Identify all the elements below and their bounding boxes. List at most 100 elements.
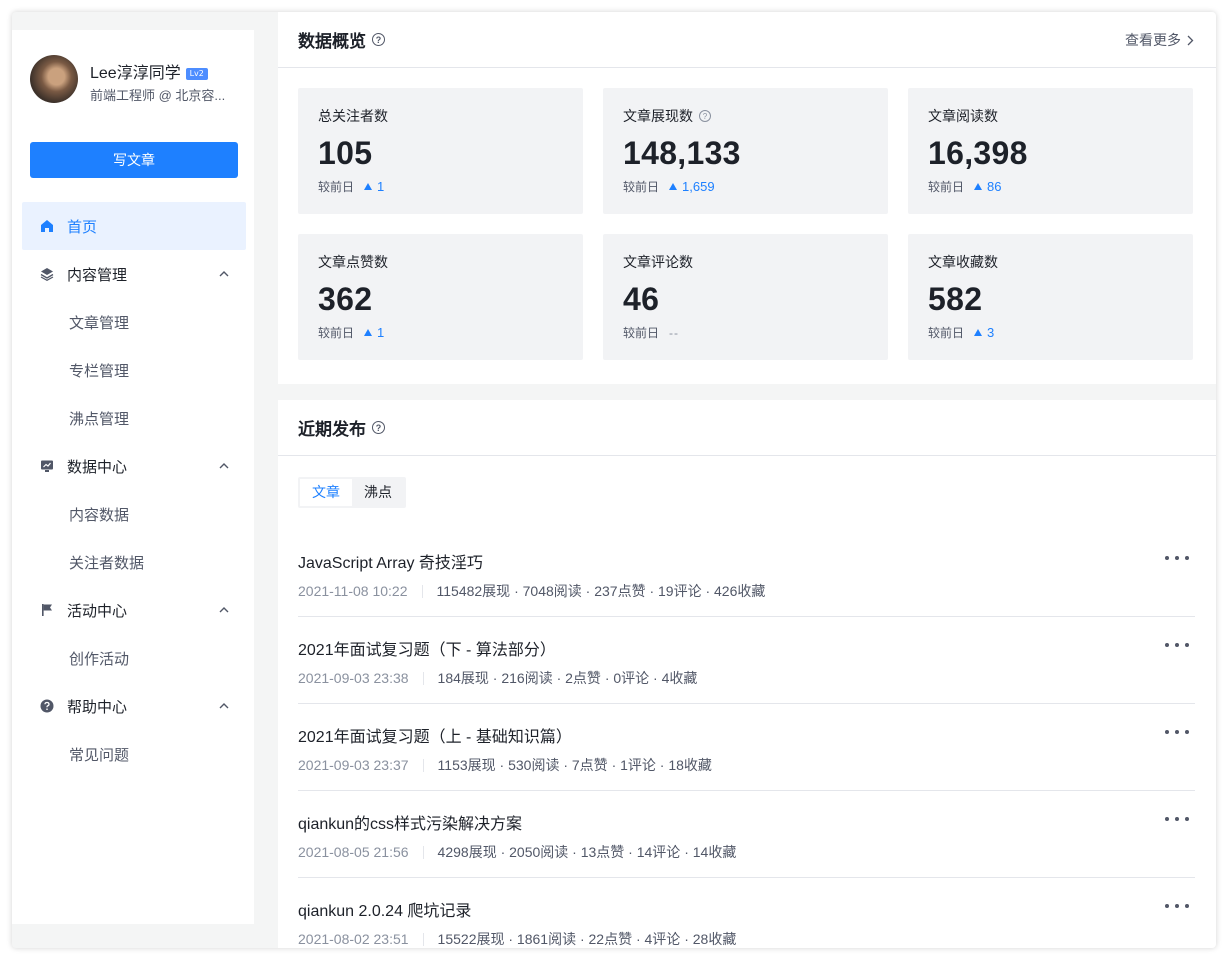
up-arrow-icon — [974, 183, 983, 190]
list-item[interactable]: qiankun的css样式污染解决方案 2021-08-05 21:56 429… — [298, 791, 1195, 878]
stat-label: 文章阅读数 — [928, 108, 998, 124]
monitor-chart-icon — [40, 459, 54, 473]
list-item[interactable]: 2021年面试复习题（下 - 算法部分） 2021-09-03 23:38 18… — [298, 617, 1195, 704]
compare-label: 较前日 — [928, 326, 965, 340]
post-title[interactable]: qiankun 2.0.24 爬坑记录 — [298, 897, 471, 921]
delta-value: 1 — [377, 179, 385, 194]
divider — [422, 671, 424, 685]
stat-label: 文章收藏数 — [928, 254, 998, 270]
page-title: 数据概览 — [298, 32, 366, 51]
post-title[interactable]: 2021年面试复习题（下 - 算法部分） — [298, 636, 556, 660]
post-title[interactable]: 2021年面试复习题（上 - 基础知识篇） — [298, 723, 572, 747]
post-date: 2021-08-02 23:51 — [298, 931, 409, 947]
more-options-icon[interactable] — [1165, 550, 1189, 566]
sidebar-item-article-manage[interactable]: 文章管理 — [22, 298, 246, 346]
list-item[interactable]: qiankun 2.0.24 爬坑记录 2021-08-02 23:51 155… — [298, 878, 1195, 948]
stat-card-collections: 文章收藏数 582 较前日 3 — [908, 234, 1193, 360]
stat-label: 文章点赞数 — [318, 254, 388, 270]
sidebar-item-pin-manage[interactable]: 沸点管理 — [22, 394, 246, 442]
more-options-icon[interactable] — [1165, 898, 1189, 914]
sidebar-nav: 首页 内容管理 文章管理 专栏管理 沸点管理 数据中心 内容数据 关注者数据 活… — [22, 202, 246, 778]
username-text: Lee淳淳同学 — [90, 65, 181, 82]
stat-label: 总关注者数 — [318, 108, 388, 124]
stat-card-impressions: 文章展现数? 148,133 较前日 1,659 — [603, 88, 888, 214]
sidebar-item-faq[interactable]: 常见问题 — [22, 730, 246, 778]
tab-pins[interactable]: 沸点 — [352, 479, 404, 506]
more-options-icon[interactable] — [1165, 811, 1189, 827]
up-arrow-icon — [364, 183, 373, 190]
sidebar-item-content-data[interactable]: 内容数据 — [22, 490, 246, 538]
post-title[interactable]: qiankun的css样式污染解决方案 — [298, 810, 522, 834]
write-article-button[interactable]: 写文章 — [30, 142, 238, 178]
question-icon[interactable]: ? — [372, 33, 385, 46]
view-more-link[interactable]: 查看更多 — [1125, 30, 1194, 50]
post-meta: 2021-08-05 21:56 4298展现 · 2050阅读 · 13点赞 … — [298, 842, 736, 862]
stat-card-followers: 总关注者数 105 较前日 1 — [298, 88, 583, 214]
chevron-up-icon[interactable] — [218, 268, 230, 280]
user-title: 前端工程师 @ 北京容... — [90, 88, 226, 103]
stat-delta: 较前日 -- — [623, 324, 868, 341]
stat-value: 46 — [623, 281, 660, 317]
sidebar-item-home[interactable]: 首页 — [22, 202, 246, 250]
sidebar-item-creation-activity[interactable]: 创作活动 — [22, 634, 246, 682]
tab-articles[interactable]: 文章 — [300, 479, 352, 506]
list-item[interactable]: 2021年面试复习题（上 - 基础知识篇） 2021-09-03 23:37 1… — [298, 704, 1195, 791]
panel-header: 近期发布 ? — [278, 400, 1216, 456]
sidebar-item-follower-data[interactable]: 关注者数据 — [22, 538, 246, 586]
data-overview-panel: 数据概览 ? 查看更多 总关注者数 105 较前日 1 文章展现数 ? 148,… — [278, 12, 1216, 384]
compare-label: 较前日 — [623, 180, 660, 194]
sidebar-item-activity-center[interactable]: 活动中心 — [22, 586, 246, 634]
more-options-icon[interactable] — [1165, 637, 1189, 653]
sidebar-item-label: 首页 — [67, 218, 98, 236]
user-profile[interactable]: Lee淳淳同学 Lv2 前端工程师 @ 北京容... — [30, 55, 240, 105]
main-content: 数据概览 ? 查看更多 总关注者数 105 较前日 1 文章展现数 ? 148,… — [278, 12, 1216, 948]
section-title: 近期发布 — [298, 420, 366, 439]
compare-label: 较前日 — [318, 180, 355, 194]
question-icon[interactable]: ? — [372, 421, 385, 434]
question-icon[interactable]: ? — [699, 110, 711, 122]
stat-delta: 较前日 1,659 — [623, 178, 868, 195]
view-more-label: 查看更多 — [1125, 32, 1181, 48]
compare-label: 较前日 — [318, 326, 355, 340]
sidebar-item-column-manage[interactable]: 专栏管理 — [22, 346, 246, 394]
sidebar-item-help-center[interactable]: 帮助中心 — [22, 682, 246, 730]
divider — [422, 845, 424, 859]
divider — [422, 758, 424, 772]
panel-header: 数据概览 ? — [278, 12, 1216, 68]
recent-posts-panel: 近期发布 ? 文章 沸点 JavaScript Array 奇技淫巧 2021-… — [278, 400, 1216, 948]
delta-value: 3 — [987, 325, 995, 340]
post-date: 2021-08-05 21:56 — [298, 844, 409, 860]
help-icon — [40, 699, 54, 713]
avatar[interactable] — [30, 55, 78, 103]
sidebar-item-label: 内容管理 — [67, 266, 128, 284]
post-stats: 115482展现 · 7048阅读 · 237点赞 · 19评论 · 426收藏 — [436, 583, 766, 599]
post-stats: 15522展现 · 1861阅读 · 22点赞 · 4评论 · 28收藏 — [437, 931, 737, 947]
chevron-right-icon — [1187, 35, 1194, 45]
sidebar-item-data-center[interactable]: 数据中心 — [22, 442, 246, 490]
chevron-up-icon[interactable] — [218, 460, 230, 472]
chevron-up-icon[interactable] — [218, 604, 230, 616]
post-date: 2021-09-03 23:37 — [298, 757, 409, 773]
up-arrow-icon — [364, 329, 373, 336]
stat-delta: 较前日 1 — [318, 178, 563, 195]
post-meta: 2021-11-08 10:22 115482展现 · 7048阅读 · 237… — [298, 581, 765, 601]
stat-grid: 总关注者数 105 较前日 1 文章展现数? 148,133 较前日 1,659 — [298, 88, 1193, 360]
list-item[interactable]: JavaScript Array 奇技淫巧 2021-11-08 10:22 1… — [298, 530, 1195, 617]
delta-value: -- — [669, 325, 680, 340]
post-title[interactable]: JavaScript Array 奇技淫巧 — [298, 549, 483, 573]
chevron-up-icon[interactable] — [218, 700, 230, 712]
stat-card-likes: 文章点赞数 362 较前日 1 — [298, 234, 583, 360]
stat-value: 16,398 — [928, 135, 1028, 171]
stat-delta: 较前日 3 — [928, 324, 1173, 341]
sidebar-item-content[interactable]: 内容管理 — [22, 250, 246, 298]
delta-value: 1 — [377, 325, 385, 340]
stat-label: 文章展现数? — [623, 106, 868, 126]
flag-icon — [40, 603, 54, 617]
stat-value: 582 — [928, 281, 983, 317]
more-options-icon[interactable] — [1165, 724, 1189, 740]
home-icon — [40, 219, 54, 233]
post-meta: 2021-08-02 23:51 15522展现 · 1861阅读 · 22点赞… — [298, 929, 736, 948]
compare-label: 较前日 — [623, 326, 660, 340]
delta-value: 1,659 — [682, 179, 715, 194]
post-stats: 1153展现 · 530阅读 · 7点赞 · 1评论 · 18收藏 — [437, 757, 712, 773]
